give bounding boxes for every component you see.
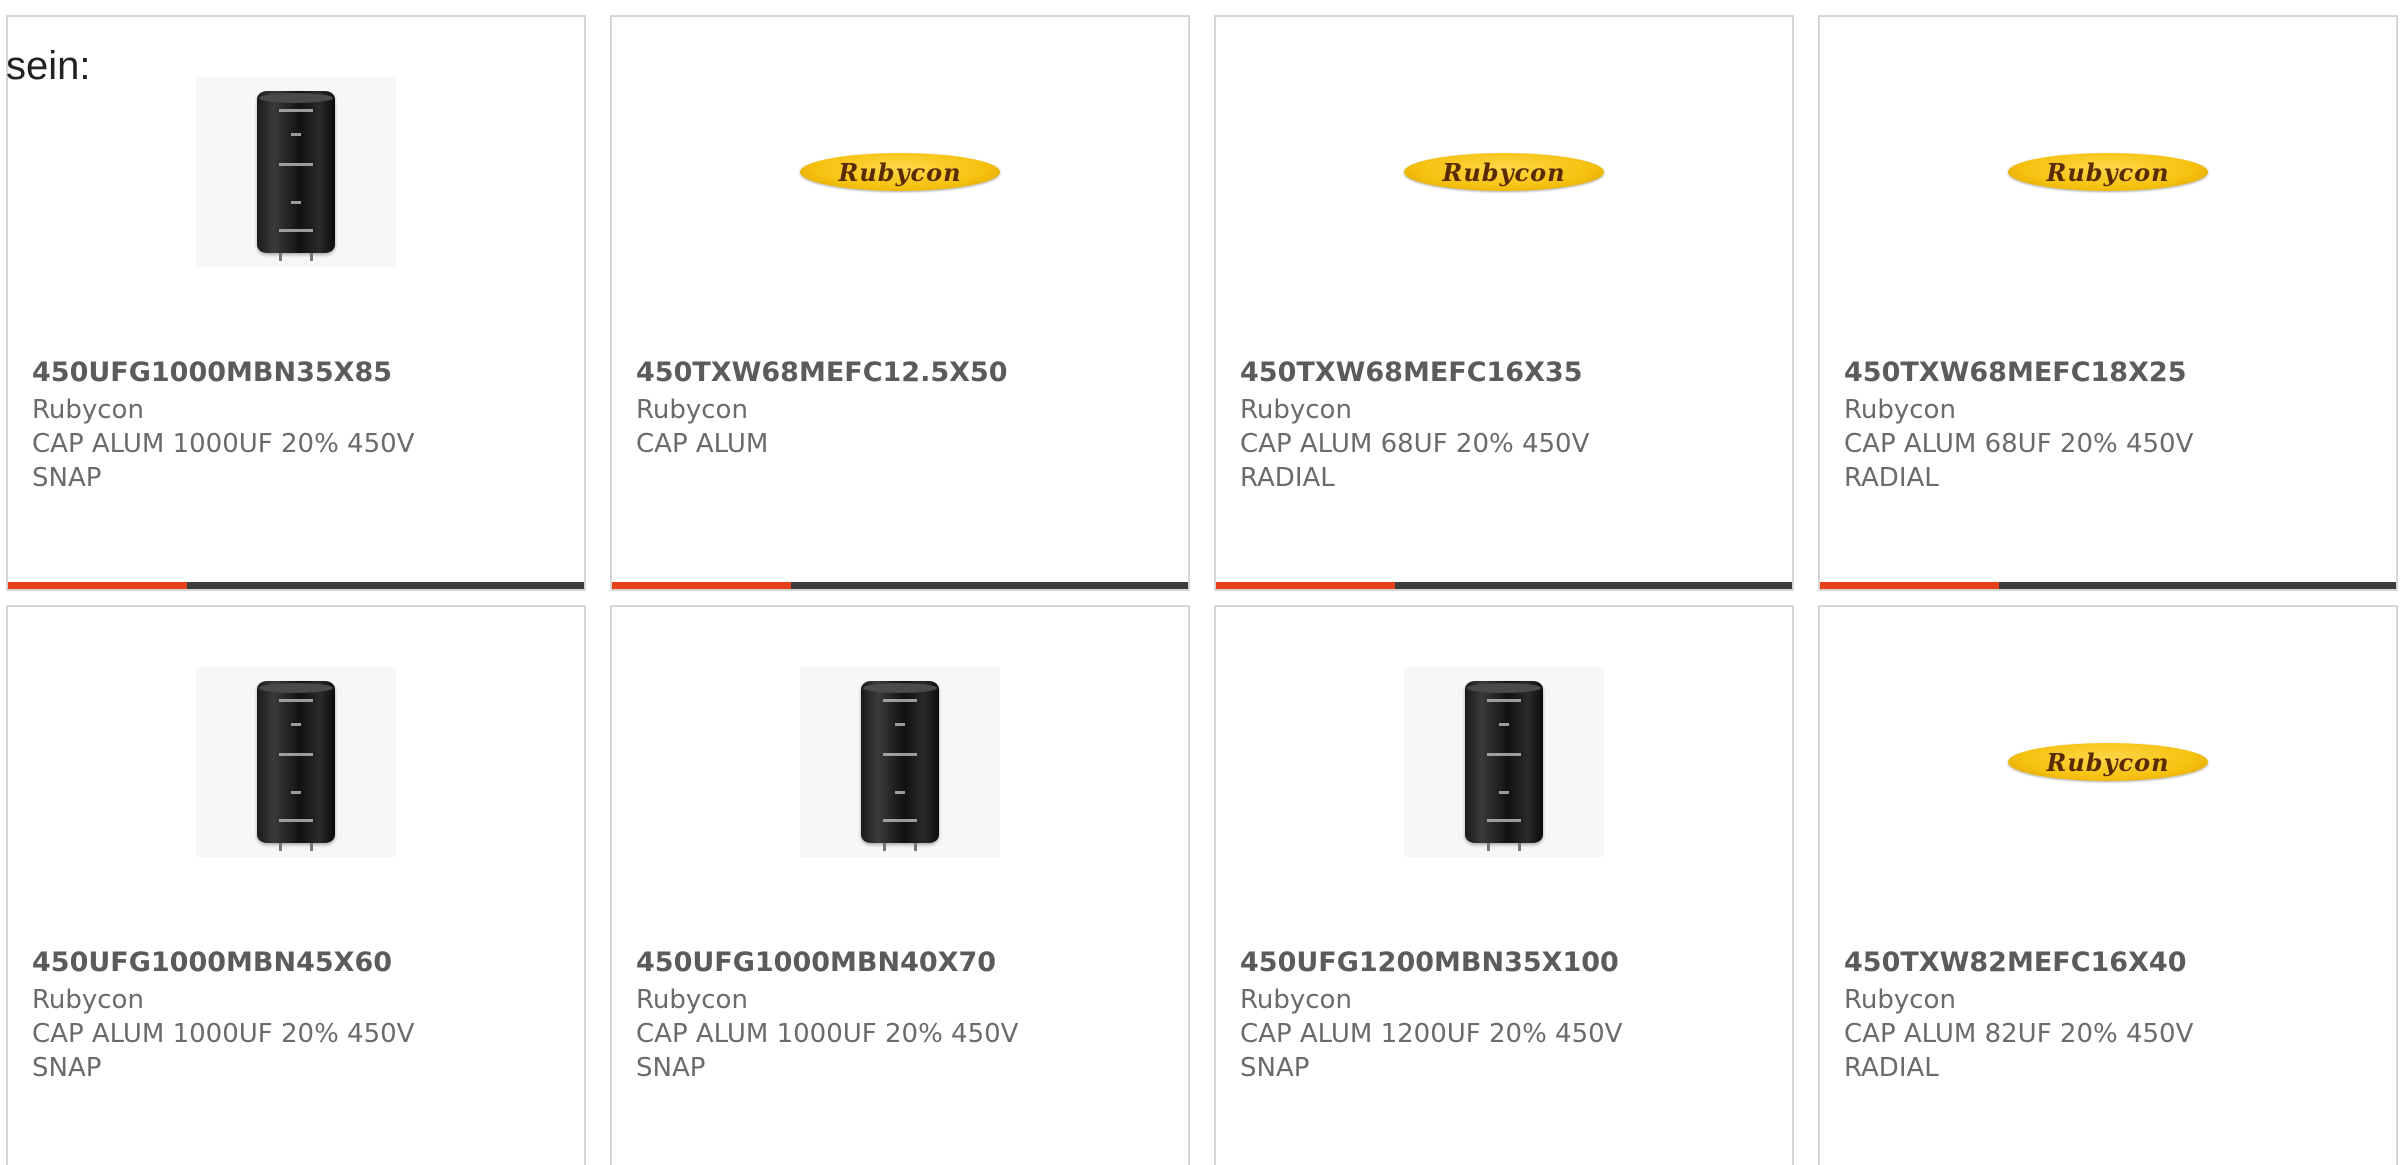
product-card[interactable]: Rubycon 450TXW68MEFC16X35 Rubycon CAP ALUM …: [1214, 15, 1794, 591]
product-card[interactable]: 450UFG1000MBN35X85 Rubycon CAP ALUM 1000UF…: [6, 15, 586, 591]
capacitor-image: [196, 77, 396, 267]
part-number[interactable]: 450UFG1000MBN35X85: [32, 357, 392, 388]
product-card[interactable]: 450UFG1000MBN40X70 Rubycon CAP ALUM 1000UF…: [610, 605, 1190, 1165]
product-card[interactable]: 450UFG1200MBN35X100 Rubycon CAP ALUM 1200U…: [1214, 605, 1794, 1165]
part-number[interactable]: 450TXW68MEFC16X35: [1240, 357, 1582, 388]
product-description: CAP ALUM 1000UF 20% 450V SNAP: [32, 1019, 415, 1083]
manufacturer: Rubycon: [1240, 985, 1352, 1015]
product-image[interactable]: [8, 667, 584, 857]
progress-fill: [8, 582, 187, 589]
manufacturer: Rubycon: [1844, 985, 1956, 1015]
rubycon-logo: Rubycon: [800, 153, 1000, 191]
progress-bar: [1820, 582, 2396, 589]
manufacturer: Rubycon: [32, 395, 144, 425]
intro-text: sein:: [6, 44, 91, 88]
product-card[interactable]: Rubycon 450TXW68MEFC18X25 Rubycon CAP ALUM …: [1818, 15, 2398, 591]
product-description: CAP ALUM 82UF 20% 450V RADIAL: [1844, 1019, 2194, 1083]
product-description: CAP ALUM: [636, 429, 769, 459]
product-description: CAP ALUM 1000UF 20% 450V SNAP: [636, 1019, 1019, 1083]
progress-fill: [1216, 582, 1395, 589]
manufacturer: Rubycon: [1844, 395, 1956, 425]
part-number[interactable]: 450TXW82MEFC16X40: [1844, 947, 2186, 978]
product-description: CAP ALUM 68UF 20% 450V RADIAL: [1240, 429, 1590, 493]
capacitor-image: [800, 667, 1000, 857]
product-description: CAP ALUM 68UF 20% 450V RADIAL: [1844, 429, 2194, 493]
capacitor-image: [1404, 667, 1604, 857]
product-image[interactable]: [8, 77, 584, 267]
rubycon-logo: Rubycon: [2008, 743, 2208, 781]
product-image[interactable]: [1216, 667, 1792, 857]
product-image[interactable]: Rubycon: [1820, 667, 2396, 857]
manufacturer: Rubycon: [1240, 395, 1352, 425]
progress-bar: [8, 582, 584, 589]
product-image[interactable]: [612, 667, 1188, 857]
product-card[interactable]: 450UFG1000MBN45X60 Rubycon CAP ALUM 1000UF…: [6, 605, 586, 1165]
capacitor-image: [196, 667, 396, 857]
part-number[interactable]: 450UFG1000MBN40X70: [636, 947, 996, 978]
product-card[interactable]: Rubycon 450TXW82MEFC16X40 Rubycon CAP ALUM …: [1818, 605, 2398, 1165]
product-image[interactable]: Rubycon: [1820, 77, 2396, 267]
progress-bar: [1216, 582, 1792, 589]
manufacturer: Rubycon: [636, 985, 748, 1015]
part-number[interactable]: 450TXW68MEFC18X25: [1844, 357, 2186, 388]
rubycon-logo: Rubycon: [2008, 153, 2208, 191]
progress-fill: [1820, 582, 1999, 589]
product-image[interactable]: Rubycon: [1216, 77, 1792, 267]
progress-fill: [612, 582, 791, 589]
manufacturer: Rubycon: [32, 985, 144, 1015]
product-card[interactable]: Rubycon 450TXW68MEFC12.5X50 Rubycon CAP ALU…: [610, 15, 1190, 591]
manufacturer: Rubycon: [636, 395, 748, 425]
product-description: CAP ALUM 1200UF 20% 450V SNAP: [1240, 1019, 1623, 1083]
product-description: CAP ALUM 1000UF 20% 450V SNAP: [32, 429, 415, 493]
part-number[interactable]: 450UFG1000MBN45X60: [32, 947, 392, 978]
part-number[interactable]: 450UFG1200MBN35X100: [1240, 947, 1619, 978]
rubycon-logo: Rubycon: [1404, 153, 1604, 191]
progress-bar: [612, 582, 1188, 589]
product-image[interactable]: Rubycon: [612, 77, 1188, 267]
part-number[interactable]: 450TXW68MEFC12.5X50: [636, 357, 1008, 388]
